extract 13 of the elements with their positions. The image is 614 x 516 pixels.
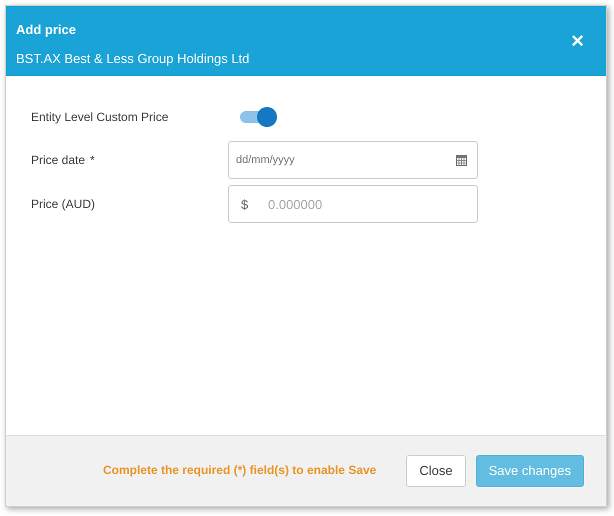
validation-message: Complete the required (*) field(s) to enable Save	[102, 462, 376, 479]
required-mark: *	[90, 152, 95, 169]
currency-prefix: $	[241, 196, 248, 214]
calendar-icon	[456, 154, 467, 166]
field-label: Entity Level Custom Price	[31, 109, 168, 126]
dialog-title: Add price	[16, 21, 77, 39]
close-dialog-button[interactable]: Close	[406, 455, 466, 487]
field-label: Price date	[31, 152, 86, 169]
field-label: Price (AUD)	[31, 196, 96, 213]
dialog-subtitle: BST.AX Best & Less Group Holdings Ltd	[16, 50, 250, 68]
date-field[interactable]: dd/mm/yyyy	[228, 141, 478, 179]
toggle-switch[interactable]	[240, 107, 277, 127]
close-button[interactable]: ×	[571, 30, 584, 52]
